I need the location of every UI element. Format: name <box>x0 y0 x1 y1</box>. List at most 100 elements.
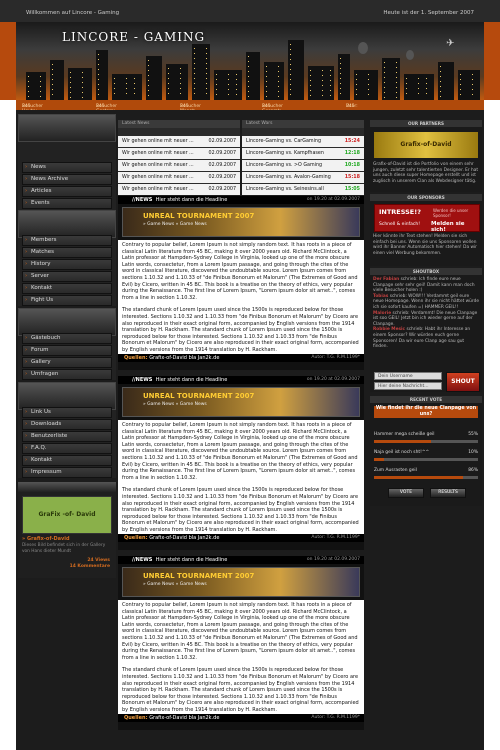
nav-item-history[interactable]: History <box>22 259 112 270</box>
header-banner: LINCORE - GAMING ✈ <box>16 22 484 100</box>
nav-item-impressum[interactable]: Impressum <box>22 467 112 478</box>
war-row[interactable]: Lincore-Gaming vs. Avalon-Gaming 15:18 <box>242 172 364 183</box>
shout-entry: Robbie Mesic schrieb: Habt ihr Interesse… <box>373 327 471 350</box>
partners-title: OUR PARTNERS <box>370 120 482 127</box>
poll-title: RECENT VOTE <box>370 396 482 403</box>
news-headline[interactable]: Hier steht dann die Headline <box>156 197 228 203</box>
news-article: //NEWS Hier steht dann die Headline on 1… <box>118 376 364 550</box>
nav-item-polls[interactable]: Umfragen <box>22 369 112 380</box>
nav-group-clan: Members Matches History Server Kontakt F… <box>18 210 116 306</box>
news-banner-image[interactable]: UNREAL TOURNAMENT 2007 » Game News » Gam… <box>122 567 360 597</box>
nav-item-server[interactable]: Server <box>22 271 112 282</box>
partner-text: Grafix-of-David ist die Portfolio von ei… <box>373 162 479 184</box>
nav-item-faq[interactable]: F.A.Q. <box>22 443 112 454</box>
nav-group-news: News News Archive Articles Events <box>18 114 116 210</box>
news-header: //NEWS Hier steht dann die Headline on 1… <box>118 196 364 204</box>
partner-banner[interactable]: Grafix-of-David <box>374 132 478 158</box>
gallery-caption[interactable]: » Grafix-of-David <box>22 536 70 542</box>
poll-bar-fill <box>374 476 463 479</box>
poll-option-label[interactable]: Naja geil ist noch sht!^^ <box>374 450 429 455</box>
gallery-description: Dieses Bild befindet sich in der Gallery… <box>22 543 106 554</box>
latest-news-row[interactable]: Wir gehen online mit neuer ... 02.09.2007 <box>118 136 240 147</box>
nav-item-fight-us[interactable]: Fight Us <box>22 295 112 306</box>
nav-item-matches[interactable]: Matches <box>22 247 112 258</box>
welcome-text: Willkommen auf Lincore - Gaming <box>26 10 120 16</box>
poll-bar-fill <box>374 440 431 443</box>
shout-message-input[interactable]: Hier deine Nachricht... <box>374 382 442 390</box>
latest-news-row[interactable]: Wir gehen online mit neuer ... 02.09.2007 <box>118 160 240 171</box>
news-headline[interactable]: Hier steht dann die Headline <box>156 377 228 383</box>
latest-news-row[interactable]: Wir gehen online mit neuer ... 02.09.2007 <box>118 148 240 159</box>
news-body: Contrary to popular belief, Lorem Ipsum … <box>118 420 364 534</box>
nav-item-kontakt-2[interactable]: Kontakt <box>22 455 112 466</box>
war-row[interactable]: Lincore-Gaming vs. Kampfhasen 12:18 <box>242 148 364 159</box>
nav-item-link-us[interactable]: Link Us <box>22 407 112 418</box>
news-banner-image[interactable]: UNREAL TOURNAMENT 2007 » Game News » Gam… <box>122 207 360 237</box>
left-accent-strip <box>0 22 16 100</box>
latest-news-row[interactable]: Wir gehen online mit neuer ... 02.09.2007 <box>118 184 240 195</box>
nav-item-gallery[interactable]: Gallery <box>22 357 112 368</box>
site-logo[interactable]: LINCORE - GAMING <box>62 30 205 44</box>
nav-item-news[interactable]: News <box>22 162 112 173</box>
shoutbox-entries: Der Fabian schrieb: Ich finde eure neue … <box>370 275 482 359</box>
poll-bar-track <box>374 458 478 461</box>
shout-entry: Der Fabian schrieb: Ich finde eure neue … <box>373 277 475 294</box>
gallery-box: GraFix -of- David » Grafix-of-David Dies… <box>18 482 116 578</box>
sponsors-box: OUR SPONSORS INTRESSE!? Werden die unser… <box>370 194 482 266</box>
partners-box: OUR PARTNERS Grafix-of-David Grafix-of-D… <box>370 120 482 192</box>
poll-question: Wie findet ihr die neue Clanpage von uns… <box>374 406 478 418</box>
war-row[interactable]: Lincore-Gaming vs. Seinesins.all 15:05 <box>242 184 364 195</box>
sponsor-banner[interactable]: INTRESSE!? Werden die unser Sponsor! Sch… <box>374 204 480 233</box>
poll-option-pct: 55% <box>468 432 478 437</box>
gallery-views: 24 Views <box>87 558 110 563</box>
news-header: //NEWS Hier steht dann die Headline on 1… <box>118 556 364 564</box>
poll-bar-fill <box>374 458 384 461</box>
news-banner-image[interactable]: UNREAL TOURNAMENT 2007 » Game News » Gam… <box>122 387 360 417</box>
shout-entry: Malorie schrieb: Verdammt! Die neue Clan… <box>373 310 478 327</box>
news-body: Contrary to popular belief, Lorem Ipsum … <box>118 240 364 354</box>
gallery-comments: 14 Kommentare <box>69 564 110 569</box>
nav-header-image <box>18 210 116 238</box>
nav-item-members[interactable]: Members <box>22 235 112 246</box>
gallery-thumbnail[interactable]: GraFix -of- David <box>22 496 112 534</box>
shout-button[interactable]: SHOUT <box>446 372 480 392</box>
news-footer: Quellen: Grafix-of-David bla Jan2k.de Au… <box>118 714 364 722</box>
nav-group-community: Gästebuch Forum Gallery Umfragen <box>18 308 116 380</box>
right-accent-strip <box>484 22 500 100</box>
news-article: //NEWS Hier steht dann die Headline on 1… <box>118 196 364 370</box>
nav-item-downloads[interactable]: Downloads <box>22 419 112 430</box>
airplane-icon: ✈ <box>446 38 455 49</box>
shout-username-input[interactable]: Dein Username <box>374 372 442 380</box>
latest-news-table: Latest News Wir gehen online mit neuer .… <box>118 120 240 195</box>
nav-item-kontakt[interactable]: Kontakt <box>22 283 112 294</box>
poll-option-pct: 86% <box>468 468 478 473</box>
poll-box: RECENT VOTE Wie findet ihr die neue Clan… <box>370 396 482 506</box>
news-headline[interactable]: Hier steht dann die Headline <box>156 557 228 563</box>
latest-news-row[interactable]: Wir gehen online mit neuer ... 02.09.2007 <box>118 172 240 183</box>
results-button[interactable]: RESULTS <box>430 488 466 498</box>
poll-option-label[interactable]: Zum Ausrasten geil <box>374 468 417 473</box>
nav-item-news-archive[interactable]: News Archive <box>22 174 112 185</box>
news-header: //NEWS Hier steht dann die Headline on 1… <box>118 376 364 384</box>
visitor-stats-bar: Besucher Heute: 245 Besucher Gestern: 24… <box>16 100 484 114</box>
shout-entry: Tobias schrieb: WOW!!! Verdammt geil eur… <box>373 293 479 310</box>
nav-item-events[interactable]: Events <box>22 198 112 209</box>
nav-item-guestbook[interactable]: Gästebuch <box>22 333 112 344</box>
poll-option-label[interactable]: Hammer mega scheiße geil <box>374 432 435 437</box>
nav-item-forum[interactable]: Forum <box>22 345 112 356</box>
war-row[interactable]: Lincore-Gaming vs. >O Gaming 10:18 <box>242 160 364 171</box>
date-text: Heute ist der 1. September 2007 <box>383 10 474 16</box>
nav-item-articles[interactable]: Articles <box>22 186 112 197</box>
sponsor-text: Hier könnte ihr Text stehen! Melden sie … <box>373 234 477 256</box>
latest-news-title: Latest News <box>118 120 240 128</box>
nav-header-image <box>18 382 116 410</box>
poll-option-pct: 10% <box>468 450 478 455</box>
war-row[interactable]: Lincore-Gaming vs. CarGaming 15:24 <box>242 136 364 147</box>
latest-wars-table: Latest Wars Lincore-Gaming vs. CarGaming… <box>242 120 364 195</box>
vote-button[interactable]: VOTE <box>388 488 424 498</box>
nav-item-userlist[interactable]: Benutzerliste <box>22 431 112 442</box>
hot-air-balloon-icon <box>406 50 414 60</box>
nav-header-image <box>18 308 116 336</box>
news-footer: Quellen: Grafix-of-David bla Jan2k.de Au… <box>118 354 364 362</box>
shoutbox-title: SHOUTBOX <box>370 268 482 275</box>
